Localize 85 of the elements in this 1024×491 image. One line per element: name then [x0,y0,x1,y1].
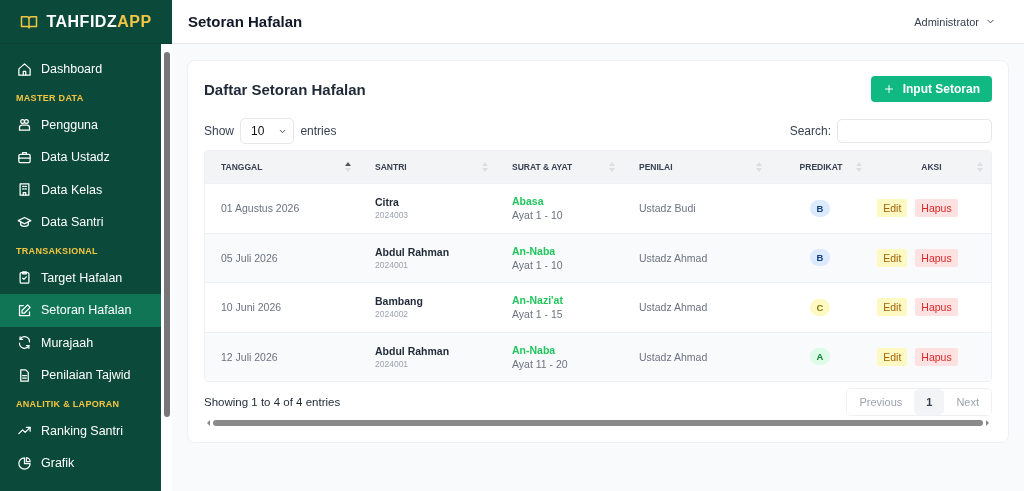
brand-name: TAHFIDZAPP [46,12,152,31]
sort-icon [756,162,762,172]
clipboard-check-icon [17,270,32,286]
date-text: 12 Juli 2026 [221,350,278,363]
edit-icon [17,302,32,318]
pie-chart-icon [17,455,32,471]
search-field[interactable] [837,119,992,143]
grade-badge: B [809,249,831,267]
entries-dropdown[interactable]: 10 [240,118,295,144]
column-header[interactable]: TANGGAL [221,162,351,172]
column-header[interactable]: AKSI [886,162,983,172]
date-text: 05 Juli 2026 [221,251,278,264]
sort-icon [482,162,488,172]
grade-badge: B [809,199,831,217]
surah-name: An-Naba [512,343,557,356]
verse-range: Ayat 1 - 15 [512,308,564,321]
verse-range: Ayat 1 - 10 [512,209,564,222]
student-name: Abdul Rahman [375,245,451,258]
pagination-button[interactable]: 1 [914,389,945,415]
sort-icon [977,162,983,172]
student-id: 2024003 [375,210,410,221]
nav-item[interactable]: Data Kelas [0,173,161,206]
student-id: 2024002 [375,309,410,320]
nav-item[interactable]: Grafik [0,447,161,480]
verse-range: Ayat 11 - 20 [512,357,569,370]
nav-item[interactable]: Target Hafalan [0,261,161,294]
student-id: 2024001 [375,259,410,270]
nav-item[interactable]: Data Santri [0,206,161,239]
grade-badge: A [809,348,831,366]
sort-icon [856,162,862,172]
nav-section-heading: TRANSAKSIONAL [15,244,99,258]
edit-button[interactable]: Edit [877,347,908,366]
document-icon [17,367,32,383]
column-header[interactable]: PREDIKAT [786,162,862,172]
nav-item[interactable]: Pengguna [0,108,161,141]
plus-icon [882,83,895,95]
nav-item[interactable]: Setoran Hafalan [0,294,161,327]
assessor-name: Ustadz Ahmad [639,251,708,264]
nav-section-heading: MASTER DATA [15,91,85,105]
table-info: Showing 1 to 4 of 4 entries [204,396,341,408]
column-header[interactable]: PENILAI [639,162,762,172]
student-name: Abdul Rahman [375,344,451,357]
verse-range: Ayat 1 - 10 [512,258,564,271]
date-text: 01 Agustus 2026 [221,202,300,215]
assessor-name: Ustadz Ahmad [639,350,708,363]
home-icon [17,61,32,77]
sort-ascending-icon [345,162,351,172]
student-name: Citra [375,196,400,209]
assessor-name: Ustadz Budi [639,202,696,215]
users-icon [17,117,32,133]
page-title: Setoran Hafalan [188,13,303,30]
user-menu[interactable]: Administrator [908,14,1002,29]
edit-button[interactable]: Edit [877,248,908,267]
search-label: Search: [789,124,831,138]
surah-name: An-Nazi'at [512,294,564,307]
grade-badge: C [809,298,831,316]
nav-item[interactable]: Dashboard [0,53,161,86]
show-label: Show [204,124,235,138]
delete-button[interactable]: Hapus [915,248,958,267]
building-icon [17,182,32,198]
delete-button[interactable]: Hapus [915,199,958,218]
surah-name: Abasa [512,195,545,208]
column-header[interactable]: SANTRI [375,162,488,172]
card-title: Daftar Setoran Hafalan [204,80,366,98]
column-header[interactable]: SURAT & AYAT [512,162,615,172]
nav-item[interactable]: Murajaah [0,326,161,359]
refresh-icon [17,335,32,351]
briefcase-icon [17,149,32,165]
assessor-name: Ustadz Ahmad [639,301,708,314]
nav-item[interactable]: Penilaian Tajwid [0,359,161,392]
scrollbar[interactable] [161,44,172,491]
nav-item[interactable]: Ranking Santri [0,414,161,447]
nav-item[interactable]: Data Ustadz [0,141,161,174]
student-id: 2024001 [375,358,410,369]
delete-button[interactable]: Hapus [915,347,958,366]
edit-button[interactable]: Edit [877,298,908,317]
graduation-cap-icon [17,214,32,230]
nav-section-heading: ANALITIK & LAPORAN [15,397,121,411]
student-name: Bambang [375,295,424,308]
surah-name: An-Naba [512,244,557,257]
sort-icon [609,162,615,172]
entries-label: entries [300,124,337,138]
date-text: 10 Juni 2026 [221,301,282,314]
edit-button[interactable]: Edit [877,199,908,218]
delete-button[interactable]: Hapus [915,298,958,317]
